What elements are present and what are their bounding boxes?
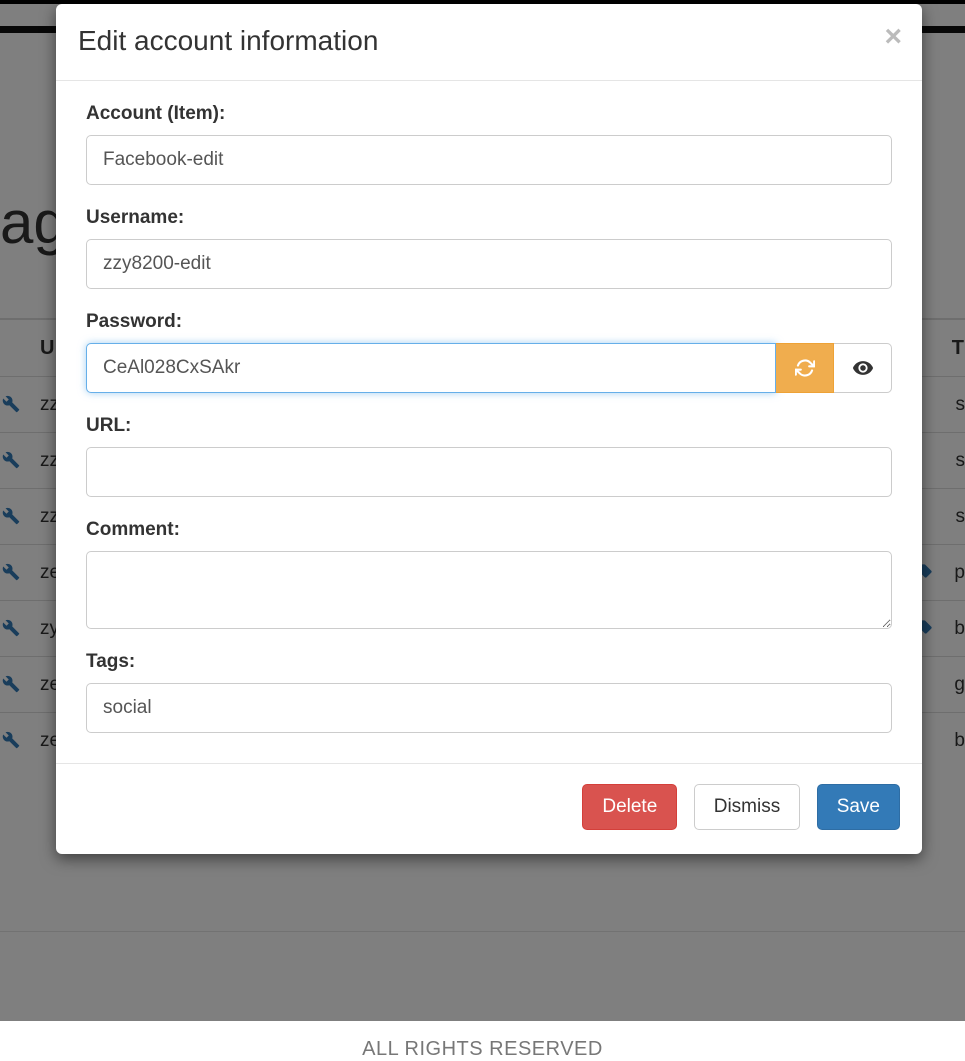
refresh-icon [795,358,815,378]
comment-label: Comment: [86,519,892,541]
delete-button[interactable]: Delete [582,784,677,830]
close-icon[interactable]: × [884,22,902,52]
dismiss-button[interactable]: Dismiss [694,784,801,830]
url-label: URL: [86,415,892,437]
eye-icon [852,357,874,379]
modal-footer: Delete Dismiss Save [56,763,922,854]
save-button[interactable]: Save [817,784,900,830]
comment-field[interactable] [86,551,892,629]
username-label: Username: [86,207,892,229]
account-label: Account (Item): [86,103,892,125]
edit-account-modal: Edit account information × Account (Item… [56,4,922,854]
show-password-button[interactable] [834,343,892,393]
tags-label: Tags: [86,651,892,673]
url-field[interactable] [86,447,892,497]
tags-field[interactable] [86,683,892,733]
account-field[interactable] [86,135,892,185]
modal-header: Edit account information × [56,4,922,81]
modal-title: Edit account information [78,24,900,58]
password-label: Password: [86,311,892,333]
regenerate-password-button[interactable] [776,343,834,393]
modal-body: Account (Item): Username: Password: [56,81,922,763]
footer-text: ALL RIGHTS RESERVED [0,1038,965,1061]
password-field[interactable] [86,343,776,393]
username-field[interactable] [86,239,892,289]
